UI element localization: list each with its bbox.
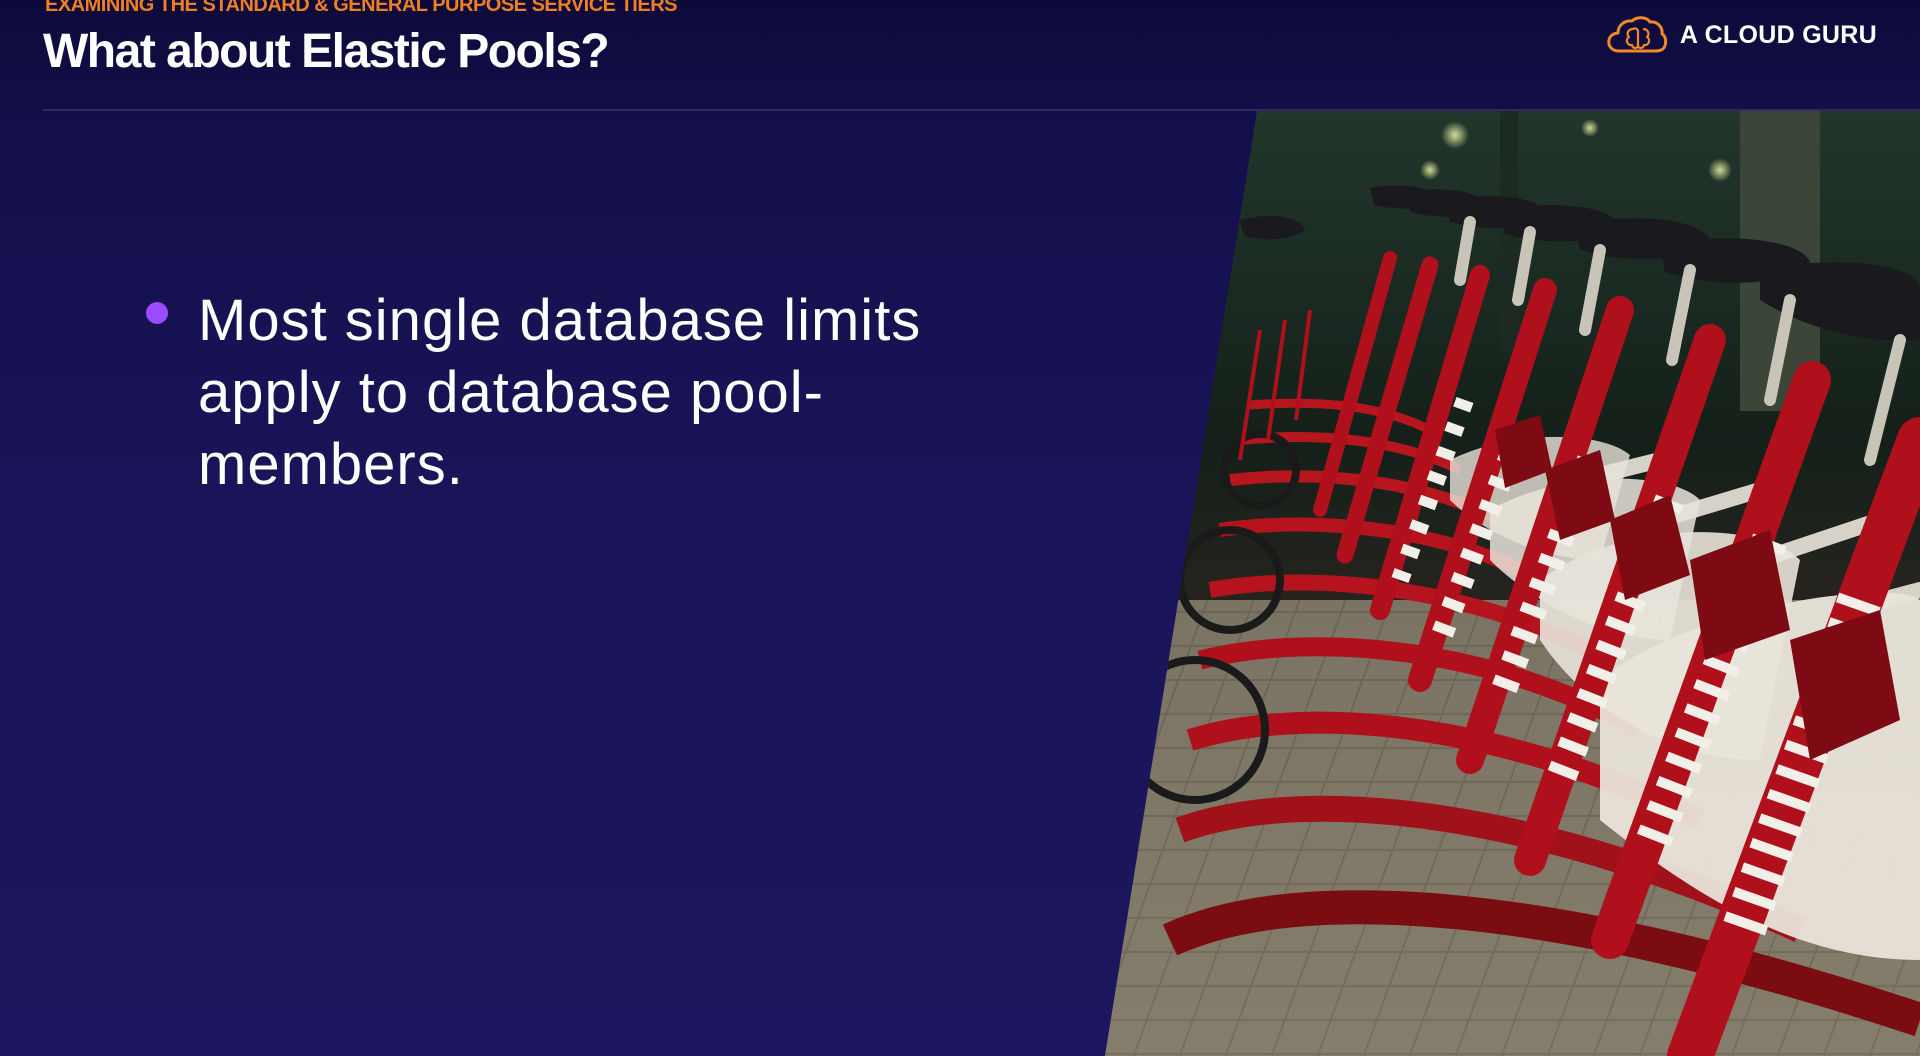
slide: EXAMINING THE STANDARD & GENERAL PURPOSE… bbox=[0, 0, 1920, 1056]
bicycles-photo bbox=[1105, 111, 1920, 1056]
